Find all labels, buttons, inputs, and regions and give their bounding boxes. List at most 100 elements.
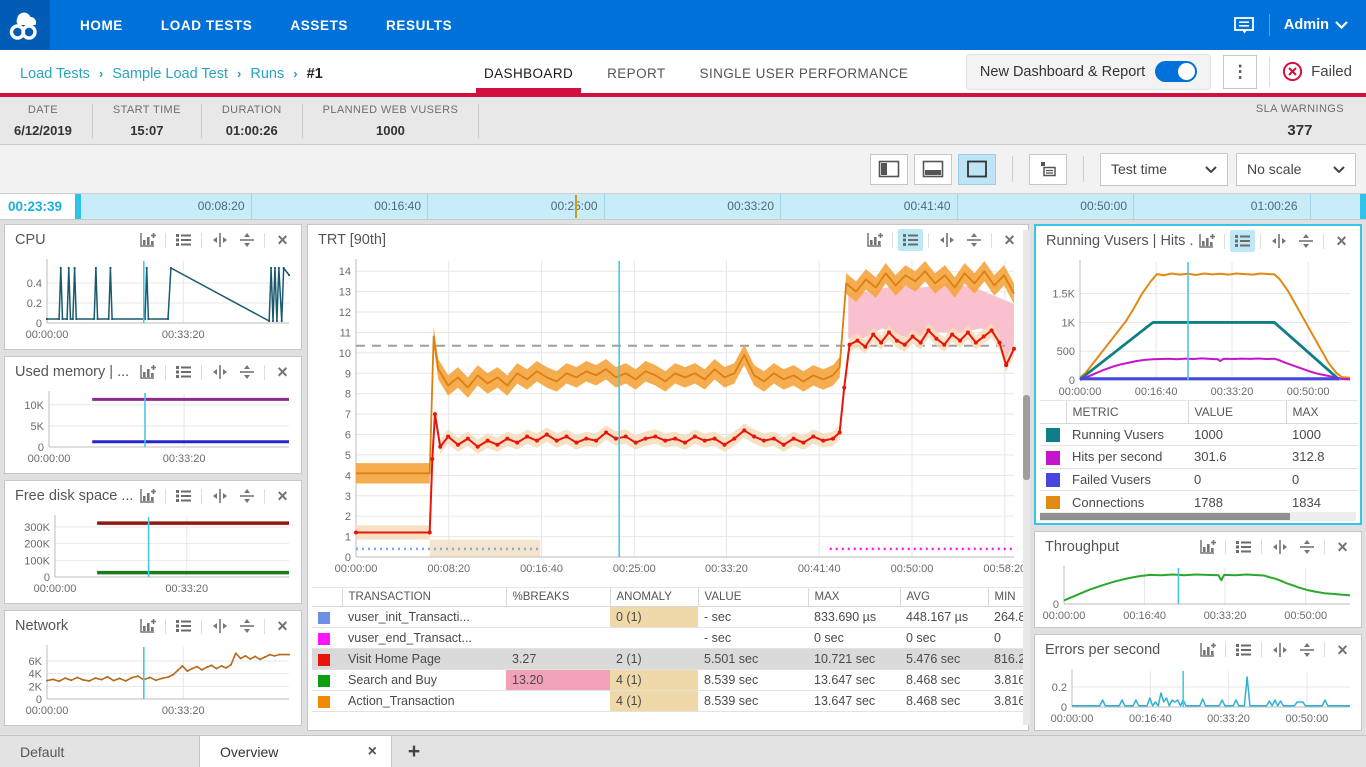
legend-icon-button[interactable] [171,229,196,251]
legend-icon-button[interactable] [1231,639,1256,661]
running-vusers-chart[interactable]: 05001K1.5K00:00:0000:16:4000:33:2000:50:… [1038,256,1358,398]
nav-item-load-tests[interactable]: LOAD TESTS [161,18,253,33]
transaction-row[interactable]: Search and Buy 13.20 4 (1) 8.539 sec13.6… [312,670,1024,691]
metric-row[interactable]: Failed Vusers000 [1040,468,1358,491]
new-dashboard-toggle[interactable] [1155,61,1197,82]
add-chart-icon-button[interactable] [135,229,160,251]
more-options-button[interactable]: ⋮ [1223,55,1257,89]
app-logo[interactable] [0,0,50,50]
split-vertical-icon-button[interactable] [1294,536,1319,558]
legend-icon-button[interactable] [171,361,196,383]
user-name: Admin [1284,17,1329,33]
svg-text:6K: 6K [29,656,43,668]
feedback-icon-button[interactable] [1233,16,1255,35]
timeline-right-handle[interactable] [1360,194,1366,219]
user-menu[interactable]: Admin [1284,17,1348,33]
metric-table-hscrollbar[interactable] [1040,512,1356,521]
legend-icon-button[interactable] [1231,536,1256,558]
network-chart[interactable]: 02K4K6K00:00:0000:33:20 [9,641,297,721]
dashboard-tab-default[interactable]: Default [0,736,200,767]
split-horizontal-icon-button[interactable] [1267,639,1292,661]
breadcrumb-runs[interactable]: Runs [250,66,284,82]
close-panel-icon-button[interactable]: × [270,361,295,383]
transaction-row[interactable]: vuser_init_Transacti... 0 (1) - sec833.6… [312,607,1024,628]
close-panel-icon-button[interactable]: × [997,229,1022,251]
tree-view-button[interactable] [1029,154,1067,185]
split-horizontal-icon [1271,642,1289,658]
close-panel-icon-button[interactable]: × [1330,639,1355,661]
layout-full-icon [966,160,988,178]
transaction-row[interactable]: vuser_end_Transact... - sec0 sec0 sec0 [312,628,1024,649]
metric-row[interactable]: Connections17881834134 [1040,491,1358,509]
breadcrumb-load-tests[interactable]: Load Tests [20,66,90,82]
close-tab-icon[interactable]: × [368,743,377,761]
add-chart-icon-button[interactable] [135,361,160,383]
tab-single-user-performance[interactable]: SINGLE USER PERFORMANCE [700,50,909,97]
legend-icon-button[interactable] [171,485,196,507]
center-column-scrollbar[interactable] [1023,230,1030,725]
add-chart-icon [139,232,157,248]
used-memory-chart[interactable]: 05K10K00:00:0000:33:20 [9,387,297,469]
scale-select[interactable]: No scale [1236,153,1356,186]
tab-report[interactable]: REPORT [607,50,665,97]
legend-icon-button[interactable] [1230,230,1255,252]
split-horizontal-icon-button[interactable] [207,229,232,251]
metric-row[interactable]: Running Vusers10001000741 [1040,423,1358,446]
scrollbar-thumb[interactable] [1023,395,1030,480]
legend-icon-button[interactable] [898,229,923,251]
close-panel-icon-button[interactable]: × [270,485,295,507]
split-vertical-icon-button[interactable] [1293,230,1318,252]
split-horizontal-icon-button[interactable] [207,361,232,383]
nav-item-home[interactable]: HOME [80,18,123,33]
split-vertical-icon-button[interactable] [234,361,259,383]
close-panel-icon-button[interactable]: × [270,229,295,251]
split-horizontal-icon-button[interactable] [207,615,232,637]
throughput-chart[interactable]: 000:00:0000:16:4000:33:2000:50:00 [1038,562,1358,626]
add-chart-icon-button[interactable] [862,229,887,251]
split-vertical-icon-button[interactable] [961,229,986,251]
split-horizontal-icon-button[interactable] [934,229,959,251]
split-vertical-icon-button[interactable] [234,485,259,507]
cpu-chart[interactable]: 00.20.400:00:0000:33:20 [9,255,297,345]
layout-bottom-panel-button[interactable] [914,154,952,185]
tab-dashboard[interactable]: DASHBOARD [484,50,573,97]
legend-icon-button[interactable] [171,615,196,637]
free-disk-chart[interactable]: 0100K200K300K00:00:0000:33:20 [9,511,297,599]
svg-text:00:33:20: 00:33:20 [1204,610,1247,622]
close-panel-icon-button[interactable]: × [1329,230,1354,252]
breadcrumb-sample-load-test[interactable]: Sample Load Test [112,66,228,82]
transaction-row[interactable]: Action_Transaction 4 (1) 8.539 sec13.647… [312,691,1024,712]
layout-full-view-button[interactable] [958,154,996,185]
metric-row[interactable]: Hits per second301.6312.8219 [1040,446,1358,469]
add-chart-icon-button[interactable] [1194,230,1219,252]
nav-item-assets[interactable]: ASSETS [290,18,348,33]
split-vertical-icon-button[interactable] [234,615,259,637]
close-icon: × [277,617,288,635]
transaction-table-header[interactable]: TRANSACTION%BREAKSANOMALYVALUEMAXAVGMIN [312,588,1024,607]
scrollbar-thumb[interactable] [1040,513,1290,520]
errors-chart[interactable]: 00.200:00:0000:16:4000:33:2000:50:00 [1038,665,1358,729]
split-horizontal-icon-button[interactable] [1267,536,1292,558]
metric-table-header[interactable]: METRICVALUEMAXAVG [1040,400,1358,423]
transaction-row[interactable]: Visit Home Page 3.27 2 (1) 5.501 sec10.7… [312,649,1024,670]
split-vertical-icon-button[interactable] [234,229,259,251]
timeline-left-handle[interactable] [75,194,81,219]
add-chart-icon-button[interactable] [1195,536,1220,558]
add-chart-icon-button[interactable] [135,615,160,637]
layout-left-panel-button[interactable] [870,154,908,185]
time-mode-select[interactable]: Test time [1100,153,1228,186]
add-chart-icon-button[interactable] [1195,639,1220,661]
close-panel-icon-button[interactable]: × [270,615,295,637]
dashboard-tab-overview[interactable]: Overview × [200,736,392,767]
trt-chart[interactable]: 0123456789101112131400:00:0000:08:2000:1… [312,255,1024,583]
timeline-current-marker[interactable] [575,195,577,218]
add-dashboard-tab-button[interactable]: + [392,736,436,767]
split-horizontal-icon-button[interactable] [1266,230,1291,252]
timeline-strip[interactable]: 00:08:20 00:16:40 00:25:00 00:33:20 00:4… [75,194,1366,219]
split-vertical-icon-button[interactable] [1294,639,1319,661]
nav-item-results[interactable]: RESULTS [386,18,452,33]
split-horizontal-icon-button[interactable] [207,485,232,507]
add-chart-icon [139,364,157,380]
close-panel-icon-button[interactable]: × [1330,536,1355,558]
add-chart-icon-button[interactable] [135,485,160,507]
